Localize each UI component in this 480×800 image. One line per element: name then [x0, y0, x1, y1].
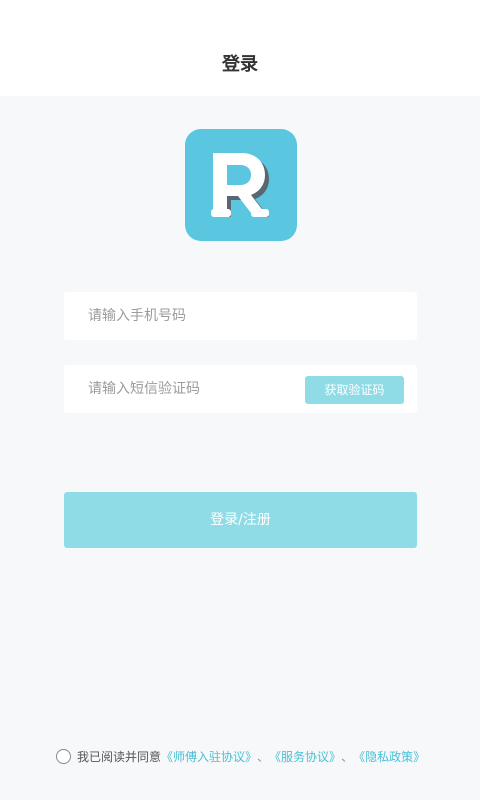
logo-mark-icon — [211, 153, 269, 217]
page-title: 登录 — [222, 54, 258, 75]
phone-field-card — [64, 292, 417, 340]
top-bar: 登录 — [0, 0, 480, 96]
agreement-link-master[interactable]: 《师傅入驻协议》 — [161, 748, 257, 765]
sms-code-input[interactable] — [88, 365, 298, 413]
agreement-link-service[interactable]: 《服务协议》 — [269, 748, 341, 765]
agreement-row: 我已阅读并同意 《师傅入驻协议》 、 《服务协议》 、 《隐私政策》 — [56, 746, 425, 766]
phone-input[interactable] — [88, 292, 298, 340]
agree-radio[interactable] — [56, 748, 71, 764]
agreement-separator: 、 — [341, 749, 354, 764]
app-logo — [185, 129, 297, 241]
login-register-button[interactable]: 登录/注册 — [64, 492, 417, 548]
get-code-button[interactable]: 获取验证码 — [305, 376, 404, 404]
code-field-card: 获取验证码 — [64, 365, 417, 413]
agreement-prefix: 我已阅读并同意 — [77, 749, 162, 764]
agreement-separator: 、 — [257, 749, 270, 764]
agreement-link-privacy[interactable]: 《隐私政策》 — [353, 748, 425, 765]
